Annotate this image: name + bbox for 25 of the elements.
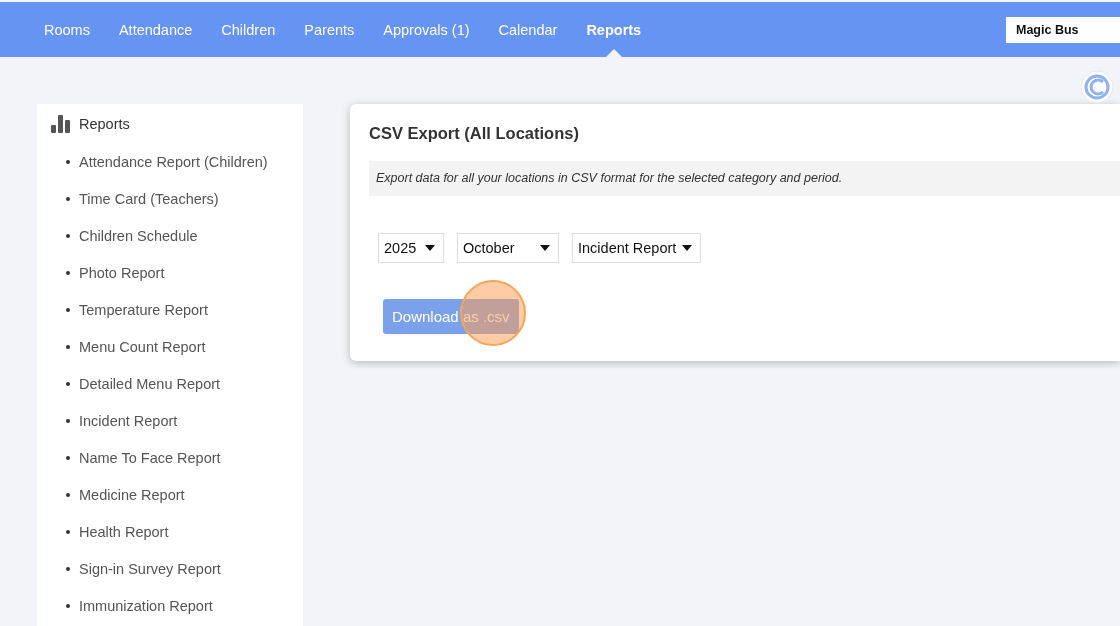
dropdown-select[interactable]: October [457,233,559,263]
dropdown-select[interactable]: Incident Report [572,233,701,263]
dropdown-select[interactable]: 2025 [378,233,444,263]
report-link[interactable]: Name To Face Report [79,449,221,466]
report-link[interactable]: Incident Report [79,412,178,429]
report-link[interactable]: Children Schedule [79,227,198,244]
report-link[interactable]: Sign-in Survey Report [79,560,221,577]
circular-logo-icon[interactable] [1080,70,1114,104]
export-description: Export data for all your locations in CSV format for the selected category and period. [369,161,1120,196]
report-link[interactable]: Immunization Report [79,597,213,614]
bar-chart-icon [51,115,70,133]
school-field[interactable]: Magic Bus [1006,16,1120,43]
caret-icon [682,245,692,251]
report-link[interactable]: Detailed Menu Report [79,375,221,392]
report-link[interactable]: Temperature Report [79,301,208,318]
report-link[interactable]: Photo Report [79,264,165,281]
caret-icon [425,245,435,251]
caret-icon [540,245,550,251]
report-link[interactable]: Health Report [79,523,169,540]
report-link[interactable]: Menu Count Report [79,338,206,355]
report-link[interactable]: Time Card (Teachers) [79,190,219,207]
report-link[interactable]: Medicine Report [79,486,185,503]
report-link[interactable]: Attendance Report (Children) [79,153,268,170]
sidebar-title: Reports [79,116,130,132]
card-title: CSV Export (All Locations) [369,124,580,143]
